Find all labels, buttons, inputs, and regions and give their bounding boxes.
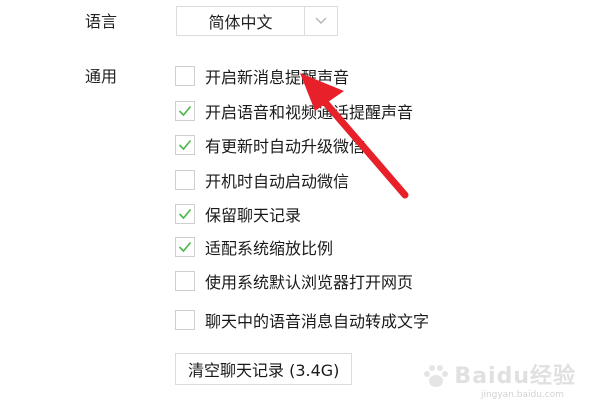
option-system-scaling[interactable]: 适配系统缩放比例 xyxy=(175,236,333,258)
general-label: 通用 xyxy=(85,67,118,86)
watermark-url: jingyan.baidu.com xyxy=(480,390,564,400)
option-label: 保留聊天记录 xyxy=(205,206,302,225)
checkbox[interactable] xyxy=(175,271,195,291)
check-icon xyxy=(178,241,192,253)
language-label: 语言 xyxy=(85,12,118,31)
option-default-browser[interactable]: 使用系统默认浏览器打开网页 xyxy=(175,270,413,292)
clear-history-button[interactable]: 清空聊天记录 (3.4G) xyxy=(175,353,353,385)
chevron-down-icon xyxy=(315,17,327,24)
check-icon xyxy=(178,139,192,151)
checkbox[interactable] xyxy=(175,135,195,155)
option-label: 有更新时自动升级微信 xyxy=(205,137,366,156)
language-select-value: 简体中文 xyxy=(208,13,273,32)
option-auto-update[interactable]: 有更新时自动升级微信 xyxy=(175,134,365,156)
option-new-message-sound[interactable]: 开启新消息提醒声音 xyxy=(175,65,349,87)
settings-panel: 语言 简体中文 通用 开启新消息提醒声音 开启语音和视频通话提醒声音 有更新时自… xyxy=(0,0,600,400)
annotation-arrow-icon xyxy=(300,73,409,199)
watermark-text: Baidu经验 xyxy=(454,364,576,389)
option-label: 开启新消息提醒声音 xyxy=(205,68,350,87)
checkbox[interactable] xyxy=(175,204,195,224)
option-voice-to-text[interactable]: 聊天中的语音消息自动转成文字 xyxy=(175,309,429,331)
option-label: 开机时自动启动微信 xyxy=(205,172,350,191)
watermark-logo: Baidu经验 xyxy=(422,358,576,390)
option-keep-history[interactable]: 保留聊天记录 xyxy=(175,203,301,225)
option-label: 聊天中的语音消息自动转成文字 xyxy=(205,312,430,331)
check-icon xyxy=(178,105,192,117)
dropdown-button[interactable] xyxy=(304,7,337,35)
option-label: 适配系统缩放比例 xyxy=(205,239,334,258)
checkbox[interactable] xyxy=(175,66,195,86)
option-call-sound[interactable]: 开启语音和视频通话提醒声音 xyxy=(175,100,413,122)
checkbox[interactable] xyxy=(175,310,195,330)
paw-icon xyxy=(424,365,449,387)
language-select[interactable]: 简体中文 xyxy=(176,6,338,36)
check-icon xyxy=(178,208,192,220)
checkbox[interactable] xyxy=(175,237,195,257)
checkbox[interactable] xyxy=(175,101,195,121)
checkbox[interactable] xyxy=(175,170,195,190)
option-label: 开启语音和视频通话提醒声音 xyxy=(205,103,414,122)
option-label: 使用系统默认浏览器打开网页 xyxy=(205,273,414,292)
option-auto-start[interactable]: 开机时自动启动微信 xyxy=(175,169,349,191)
